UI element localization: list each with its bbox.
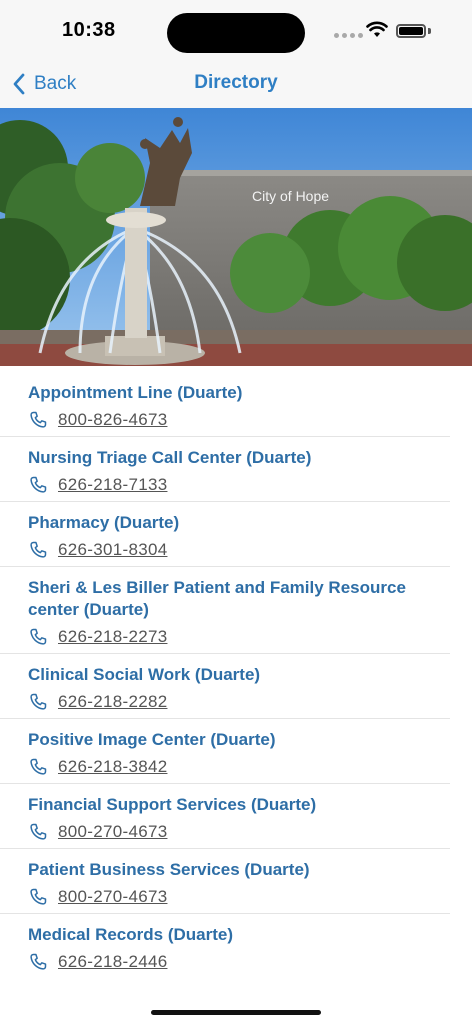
phone-link[interactable]: 800-270-4673 <box>58 822 167 842</box>
phone-link[interactable]: 800-270-4673 <box>58 887 167 907</box>
hero-image: City of Hope <box>0 108 472 366</box>
directory-entry-name: Sheri & Les Biller Patient and Family Re… <box>28 578 406 619</box>
battery-icon <box>396 24 426 38</box>
directory-entry: Clinical Social Work (Duarte) 626-218-228… <box>0 654 450 719</box>
phone-icon <box>30 541 47 558</box>
navigation-bar: Back Directory <box>0 62 472 109</box>
directory-entry-name: Financial Support Services (Duarte) <box>28 795 317 814</box>
dynamic-island <box>167 13 305 53</box>
directory-entry-name: Positive Image Center (Duarte) <box>28 730 276 749</box>
phone-row[interactable]: 626-218-7133 <box>28 469 428 501</box>
directory-entry: Nursing Triage Call Center (Duarte) 626-2… <box>0 437 450 502</box>
phone-link[interactable]: 626-218-3842 <box>58 757 167 777</box>
phone-link[interactable]: 626-218-2446 <box>58 952 167 972</box>
phone-icon <box>30 693 47 710</box>
directory-entry: Financial Support Services (Duarte) 800-2… <box>0 784 450 849</box>
phone-row[interactable]: 626-218-2273 <box>28 621 428 653</box>
page-title: Directory <box>194 72 278 93</box>
directory-entry-name: Medical Records (Duarte) <box>28 925 233 944</box>
directory-entry-name: Patient Business Services (Duarte) <box>28 860 310 879</box>
phone-row[interactable]: 800-826-4673 <box>28 404 428 436</box>
directory-list: Appointment Line (Duarte) 800-826-4673 Nur… <box>0 372 472 978</box>
phone-icon <box>30 758 47 775</box>
directory-entry: Sheri & Les Biller Patient and Family Re… <box>0 567 450 654</box>
phone-icon <box>30 953 47 970</box>
building-sign: City of Hope <box>252 188 329 204</box>
home-indicator <box>151 1010 321 1015</box>
phone-icon <box>30 888 47 905</box>
phone-row[interactable]: 800-270-4673 <box>28 881 428 913</box>
phone-link[interactable]: 626-218-2273 <box>58 627 167 647</box>
phone-link[interactable]: 626-218-7133 <box>58 475 167 495</box>
phone-row[interactable]: 626-218-2446 <box>28 946 428 978</box>
phone-row[interactable]: 800-270-4673 <box>28 816 428 848</box>
cellular-signal-icon <box>334 33 363 38</box>
phone-icon <box>30 823 47 840</box>
phone-link[interactable]: 626-218-2282 <box>58 692 167 712</box>
phone-row[interactable]: 626-301-8304 <box>28 534 428 566</box>
phone-row[interactable]: 626-218-2282 <box>28 686 428 718</box>
phone-row[interactable]: 626-218-3842 <box>28 751 428 783</box>
directory-entry: Pharmacy (Duarte) 626-301-8304 <box>0 502 450 567</box>
phone-icon <box>30 476 47 493</box>
phone-link[interactable]: 800-826-4673 <box>58 410 167 430</box>
directory-entry: Appointment Line (Duarte) 800-826-4673 <box>0 372 450 437</box>
phone-link[interactable]: 626-301-8304 <box>58 540 167 560</box>
directory-entry-name: Nursing Triage Call Center (Duarte) <box>28 448 312 467</box>
status-bar: 10:38 <box>0 0 472 62</box>
phone-icon <box>30 411 47 428</box>
directory-entry: Medical Records (Duarte) 626-218-2446 <box>0 914 450 978</box>
wifi-icon <box>366 21 388 37</box>
directory-entry-name: Clinical Social Work (Duarte) <box>28 665 261 684</box>
directory-entry-name: Pharmacy (Duarte) <box>28 513 180 532</box>
phone-icon <box>30 628 47 645</box>
directory-entry-name: Appointment Line (Duarte) <box>28 383 243 402</box>
status-time: 10:38 <box>62 19 116 41</box>
directory-entry: Patient Business Services (Duarte) 800-27… <box>0 849 450 914</box>
directory-entry: Positive Image Center (Duarte) 626-218-38… <box>0 719 450 784</box>
